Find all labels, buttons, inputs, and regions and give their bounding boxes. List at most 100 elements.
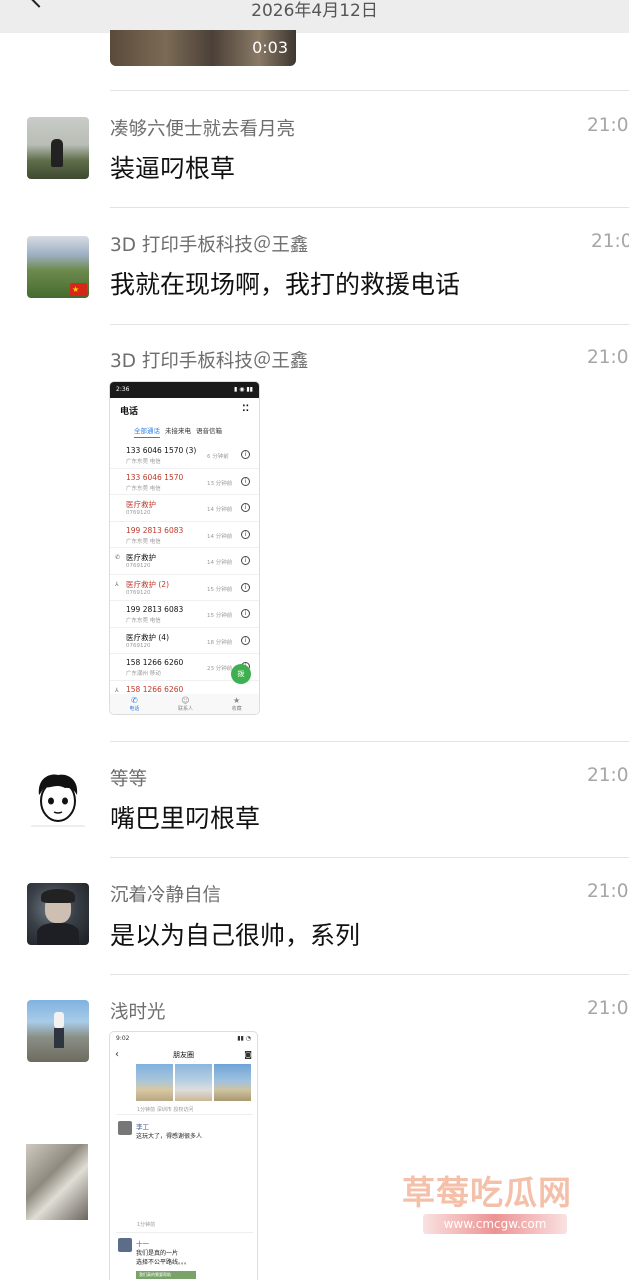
sender-name: 浅时光 [110,1002,166,1023]
post-author: 十一 [136,1240,149,1248]
avatar[interactable]: ★ [27,236,89,298]
call-tabs: 全部通话 未接来电 语音信箱 [110,417,259,438]
avatar[interactable] [27,1000,89,1062]
avatar [118,1238,132,1252]
person-icon: ☺ [181,696,190,705]
call-type-icon: ⅄ [115,686,119,694]
divider [116,1114,253,1115]
call-row: 医疗救护 (4) 0769120 18 分钟前 i [110,628,259,654]
tab-all-calls: 全部通话 [134,425,160,438]
status-time: 9:02 [116,1035,130,1042]
call-location: 0769120 [126,642,151,649]
info-icon: i [241,476,250,486]
moments-title: 朋友圈 [173,1051,194,1059]
message-time: 21:0 [587,765,629,786]
call-number: 133 6046 1570 (3) [126,446,197,455]
photo [214,1064,251,1101]
sender-name: 凑够六便士就去看月亮 [110,119,296,140]
nav-contacts: ☺ 联系人 [178,696,193,714]
call-location: 广东东莞 电信 [126,618,161,624]
camera-icon: ◙ [244,1050,252,1059]
message-time: 21:0 [587,115,629,136]
date-label: 2026年4月12日 [251,1,378,21]
message-time: 21:0 [587,881,629,902]
message-time: 21:0 [591,231,629,252]
call-number: 医疗救护 (2) [126,579,170,589]
screen-title-text: 电话 [120,407,139,417]
call-time: 14 分钟前 [207,560,233,566]
watermark-title: 草莓吃瓜网 [402,1173,572,1212]
info-icon: i [241,503,250,512]
flag-icon: ★ [70,283,87,296]
status-icons: ▮▮ ◔ [237,1035,251,1042]
call-location: 广东东莞 电信 [126,459,161,465]
nav-phone-label: 电话 [129,706,140,712]
divider [116,1232,253,1233]
divider [110,857,629,858]
photo-grid [136,1064,251,1101]
avatar[interactable] [27,765,89,827]
nav-phone: ✆ 电话 [129,696,139,714]
call-number: 158 1266 6260 [126,658,184,667]
tab-missed: 未接来电 [165,427,191,435]
phone-icon: ✆ [130,696,138,705]
call-row: 199 2813 6083 广东东莞 电信 14 分钟前 i [110,522,259,548]
call-row: 医疗救护 0769120 14 分钟前 i [110,495,259,522]
call-time: 23 分钟前 [207,666,233,672]
post-text: 我们是真的一片 [136,1250,179,1257]
watermark-url: www.cmcgw.com [423,1214,567,1234]
sender-name: 等等 [110,769,148,790]
call-row: 133 6046 1570 (3) 广东东莞 电信 6 分钟前 i [110,442,259,469]
video-thumbnail[interactable]: 0:03 [110,30,296,66]
post-time: 1分钟前 [137,1222,156,1228]
photo [136,1064,173,1101]
call-location: 0769120 [126,510,151,516]
call-time: 15 分钟前 [207,613,233,619]
divider [110,741,629,742]
call-location: 广东东莞 电信 [126,538,161,545]
status-bar: 9:02 ▮▮ ◔ [110,1032,257,1046]
info-icon: i [241,529,250,539]
back-icon: ‹ [115,1049,119,1060]
divider [110,324,629,325]
message-time: 21:0 [587,347,629,368]
message-text[interactable]: 我就在现场啊，我打的救援电话 [110,265,460,301]
call-location: 0769120 [126,563,151,569]
status-bar: 2:36 ▮ ◉ ▮▮ [110,382,259,398]
call-time: 6 分钟前 [207,454,229,460]
dialpad-icon: ⁚⁚ [242,404,249,414]
nav-favorites-label: 收藏 [231,706,242,712]
message-text[interactable]: 是以为自己很帅，系列 [110,916,360,952]
info-icon: i [241,556,250,565]
call-time: 13 分钟前 [207,480,233,487]
call-time: 14 分钟前 [207,507,233,513]
avatar [118,1121,132,1135]
sender-name: 3D 打印手板科技＠王鑫 [110,235,309,256]
nav-contacts-label: 联系人 [177,706,193,712]
moments-screenshot[interactable]: 9:02 ▮▮ ◔ ‹ 朋友圈 ◙ 1分钟前 深圳市 授权访问 李工 这玩大了，… [109,1031,258,1280]
avatar[interactable] [27,883,89,945]
info-icon: i [241,582,250,592]
call-location: 0769120 [126,589,151,596]
message-text[interactable]: 嘴巴里叼根草 [110,799,260,835]
info-icon: i [241,450,250,459]
call-row: 199 2813 6083 广东东莞 电信 15 分钟前 i [110,601,259,628]
call-time: 14 分钟前 [207,533,233,540]
call-row: ⅄ 医疗救护 (2) 0769120 15 分钟前 i [110,575,259,601]
bottom-nav: ✆ 电话 ☺ 联系人 ★ 收藏 [110,694,259,714]
info-icon: i [241,635,250,645]
status-time: 2:36 [116,386,130,393]
call-time: 18 分钟前 [207,639,233,646]
divider [110,90,629,91]
call-number: 医疗救护 [126,500,156,509]
cartoon-face-icon [31,774,85,827]
call-location: 广东潮州 移动 [126,671,161,677]
call-row: ✆ 医疗救护 0769120 14 分钟前 i [110,548,259,575]
video-duration: 0:03 [252,38,288,57]
call-number: 158 1266 6260 [126,684,184,694]
post-text: 选择不公平路线。。。 [136,1259,191,1266]
message-time: 21:0 [587,998,629,1019]
message-text[interactable]: 装逼叼根草 [110,149,235,185]
call-number: 199 2813 6083 [126,605,184,614]
avatar[interactable] [27,117,89,179]
